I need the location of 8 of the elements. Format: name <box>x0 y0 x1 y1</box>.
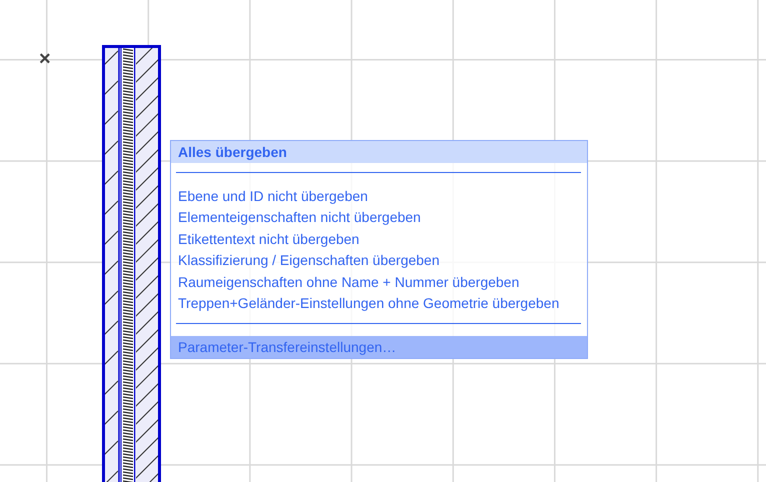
menu-item[interactable]: Raumeigenschaften ohne Name + Nummer übergeben <box>171 270 587 292</box>
menu-item[interactable]: Treppen+Geländer-Einstellungen ohne Geometrie übergeben <box>171 292 587 314</box>
menu-item[interactable]: Etikettentext nicht übergeben <box>171 228 587 250</box>
menu-item[interactable]: Elementeigenschaften nicht übergeben <box>171 206 587 228</box>
menu-item[interactable]: Klassifizierung / Eigenschaften übergeben <box>171 249 587 271</box>
cross-marker: × <box>39 48 51 70</box>
menu-item[interactable]: Ebene und ID nicht übergeben <box>171 185 587 207</box>
menu-item[interactable]: Alles übergeben <box>171 141 587 163</box>
